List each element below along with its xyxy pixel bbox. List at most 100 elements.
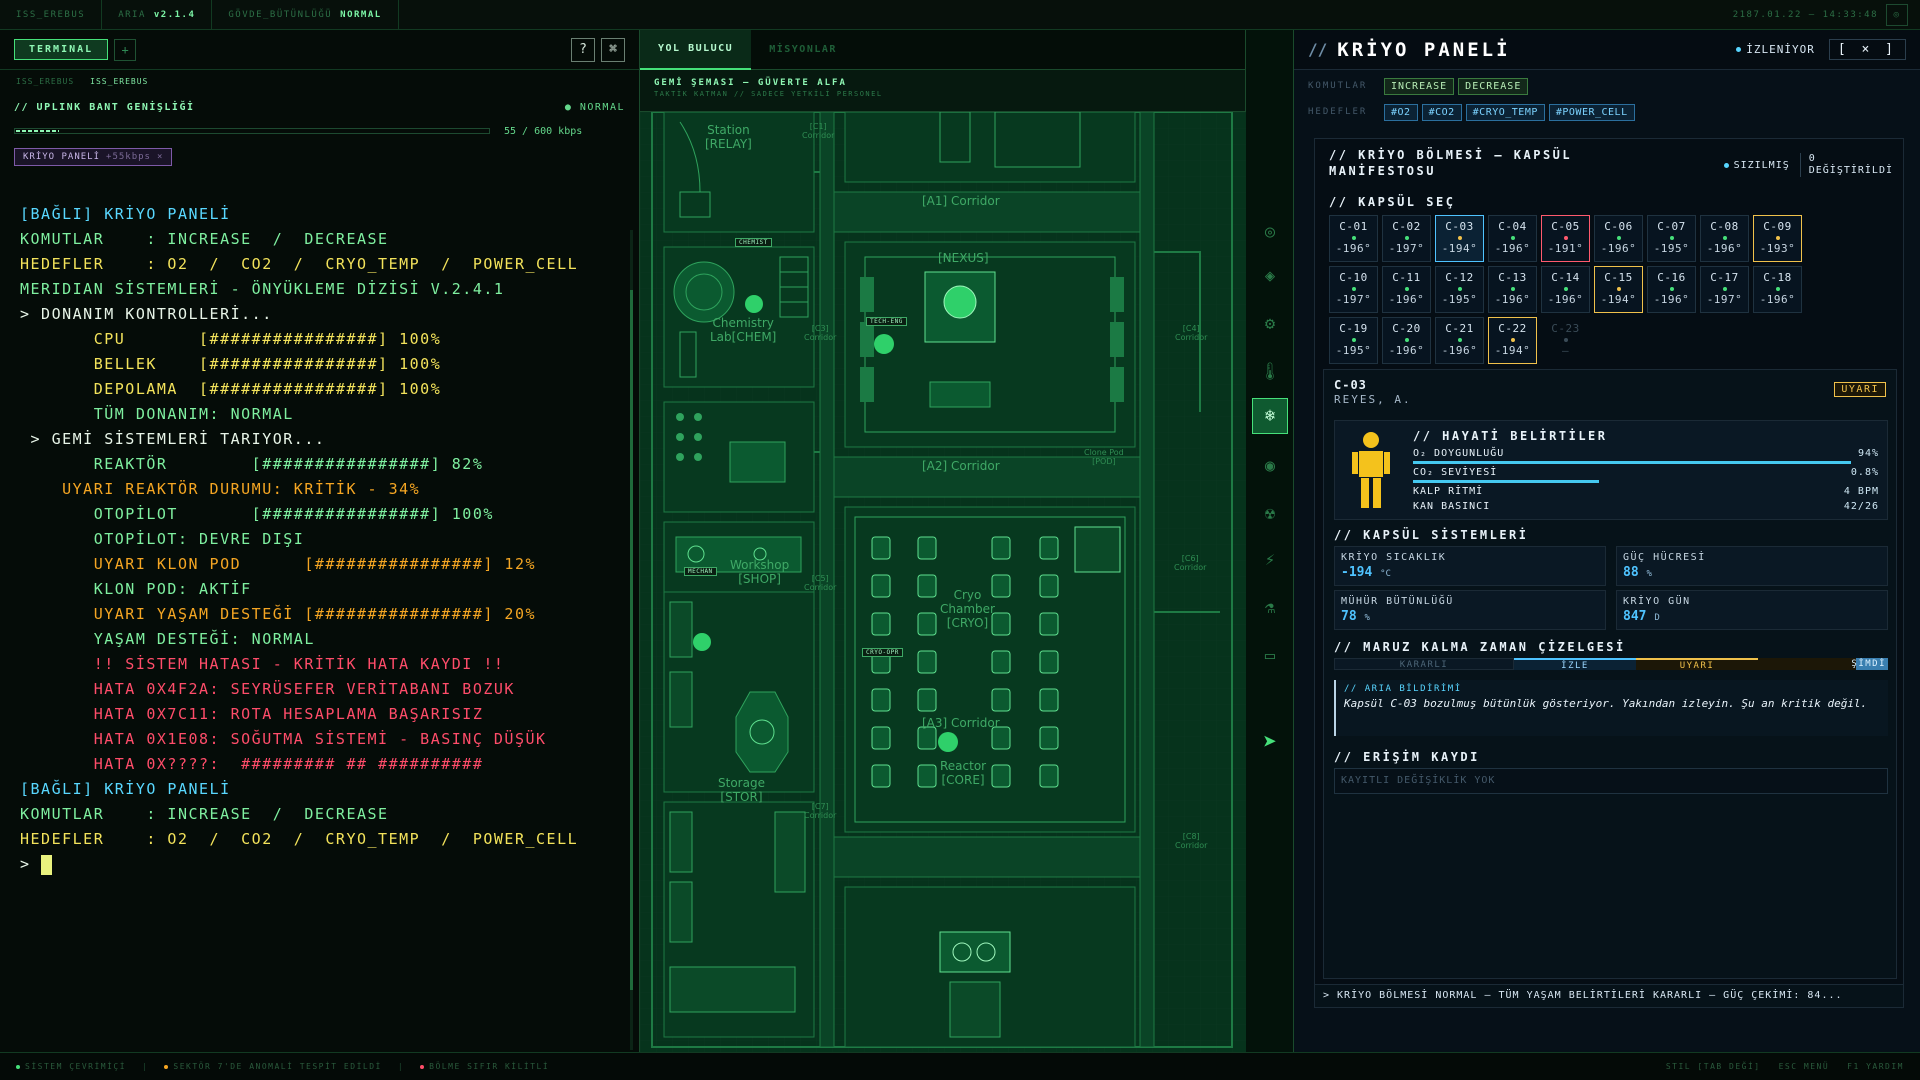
cryo-pod-marker[interactable] xyxy=(991,688,1011,712)
cryo-pod-marker[interactable] xyxy=(1039,688,1059,712)
pod-c-05[interactable]: C-05 -191° xyxy=(1541,215,1590,262)
pod-c-07[interactable]: C-07 -195° xyxy=(1647,215,1696,262)
tab-pathfinder[interactable]: YOL BULUCU xyxy=(640,29,752,70)
cryo-pod-marker[interactable] xyxy=(871,536,891,560)
cryo-pod-marker[interactable] xyxy=(871,764,891,788)
pod-c-17[interactable]: C-17 -197° xyxy=(1700,266,1749,313)
cryo-pod-marker[interactable] xyxy=(917,764,937,788)
thermometer-icon[interactable]: 🌡 xyxy=(1252,354,1288,390)
pod-c-18[interactable]: C-18 -196° xyxy=(1753,266,1802,313)
target-cryo-temp[interactable]: #CRYO_TEMP xyxy=(1465,103,1545,121)
pod-id: C-07 xyxy=(1657,220,1686,233)
cryo-pod-marker[interactable] xyxy=(1039,726,1059,750)
cryo-pod-marker[interactable] xyxy=(991,726,1011,750)
pod-c-21[interactable]: C-21 -196° xyxy=(1435,317,1484,364)
terminal-prompt[interactable]: > xyxy=(20,852,628,877)
cryo-pod-marker[interactable] xyxy=(917,536,937,560)
cryo-pod-marker[interactable] xyxy=(991,650,1011,674)
target-o2[interactable]: #O2 xyxy=(1384,103,1418,121)
cryo-pod-marker[interactable] xyxy=(917,688,937,712)
add-tab-button[interactable]: + xyxy=(114,38,137,61)
close-button[interactable]: [ × ] xyxy=(1828,39,1906,60)
vital-co2: CO₂ SEVİYESİ 0.8% xyxy=(1413,467,1879,483)
pod-c-15[interactable]: C-15 -194° xyxy=(1594,266,1643,313)
pod-c-11[interactable]: C-11 -196° xyxy=(1382,266,1431,313)
pod-c-10[interactable]: C-10 -197° xyxy=(1329,266,1378,313)
cryo-pod-marker[interactable] xyxy=(871,650,891,674)
cryo-pod-marker[interactable] xyxy=(1039,574,1059,598)
pod-c-19[interactable]: C-19 -195° xyxy=(1329,317,1378,364)
flask-icon[interactable]: ⚗ xyxy=(1252,590,1288,626)
pod-c-22[interactable]: C-22 -194° xyxy=(1488,317,1537,364)
cryo-pod-marker[interactable] xyxy=(1039,764,1059,788)
terminal-scrollbar[interactable] xyxy=(630,230,633,1050)
help-icon[interactable]: ? xyxy=(571,37,595,62)
pod-c-12[interactable]: C-12 -195° xyxy=(1435,266,1484,313)
terminal-output[interactable]: [BAĞLI] KRİYO PANELİ KOMUTLAR : INCREASE … xyxy=(0,202,628,1042)
cryo-pod-marker[interactable] xyxy=(871,574,891,598)
diamond-icon[interactable]: ◈ xyxy=(1252,258,1288,294)
lightning-icon[interactable]: ⚡ xyxy=(1252,542,1288,578)
command-icon[interactable]: ⌘ xyxy=(601,37,625,62)
increase-button[interactable]: INCREASE xyxy=(1384,77,1455,95)
cryo-pod-marker[interactable] xyxy=(1039,650,1059,674)
cryo-pod-marker[interactable] xyxy=(991,764,1011,788)
tab-missions[interactable]: MİSYONLAR xyxy=(751,30,855,70)
pod-temp: -197° xyxy=(1388,242,1425,255)
aria-version: ARIA v2.1.4 xyxy=(102,0,213,30)
cryo-pod-marker[interactable] xyxy=(1039,612,1059,636)
pod-c-06[interactable]: C-06 -196° xyxy=(1594,215,1643,262)
cryo-pod-marker[interactable] xyxy=(917,650,937,674)
pod-status-dot xyxy=(1510,236,1515,240)
pod-c-01[interactable]: C-01 -196° xyxy=(1329,215,1378,262)
cryo-pod-marker[interactable] xyxy=(1039,536,1059,560)
cryo-pod-marker[interactable] xyxy=(871,688,891,712)
cryo-pod-marker[interactable] xyxy=(917,574,937,598)
pod-c-03[interactable]: C-03 -194° xyxy=(1435,215,1484,262)
pod-c-20[interactable]: C-20 -196° xyxy=(1382,317,1431,364)
hint-style[interactable]: STIL [TAB DEĞİ] xyxy=(1666,1062,1761,1071)
radar-icon[interactable]: ◉ xyxy=(1252,448,1288,484)
decrease-button[interactable]: DECREASE xyxy=(1458,77,1529,95)
cryo-pod-marker[interactable] xyxy=(991,612,1011,636)
attached-panel-chip[interactable]: KRİYO PANELİ +55kbps × xyxy=(14,148,173,166)
folder-icon[interactable]: ▭ xyxy=(1252,638,1288,674)
close-icon[interactable]: × xyxy=(157,152,163,162)
pod-id: C-11 xyxy=(1392,271,1421,284)
pod-c-09[interactable]: C-09 -193° xyxy=(1753,215,1802,262)
cryo-pod-marker[interactable] xyxy=(991,536,1011,560)
pod-c-08[interactable]: C-08 -196° xyxy=(1700,215,1749,262)
pod-status-dot xyxy=(1775,236,1780,240)
terminal-line: YAŞAM DESTEĞİ: NORMAL xyxy=(20,630,315,648)
hint-menu[interactable]: ESC MENÜ xyxy=(1779,1062,1830,1071)
pod-c-13[interactable]: C-13 -196° xyxy=(1488,266,1537,313)
tab-terminal[interactable]: TERMINAL xyxy=(14,39,109,60)
gear-icon[interactable]: ⚙ xyxy=(1252,306,1288,342)
settings-icon[interactable]: ◎ xyxy=(1886,3,1908,26)
cryo-pod-marker[interactable] xyxy=(871,612,891,636)
pod-id: C-04 xyxy=(1498,220,1527,233)
pod-status-dot xyxy=(1510,338,1515,342)
radiation-icon[interactable]: ☢ xyxy=(1252,496,1288,532)
session-tab[interactable]: ISS_EREBUS xyxy=(16,77,74,86)
target-co2[interactable]: #CO2 xyxy=(1421,103,1462,121)
pod-c-04[interactable]: C-04 -196° xyxy=(1488,215,1537,262)
ship-schematic[interactable] xyxy=(640,112,1246,1052)
pod-status-dot xyxy=(1457,287,1462,291)
cryo-pod-marker[interactable] xyxy=(917,726,937,750)
cryo-pod-marker[interactable] xyxy=(871,726,891,750)
cryo-pod-marker[interactable] xyxy=(917,612,937,636)
scrollbar-thumb[interactable] xyxy=(630,290,633,990)
cryo-pod-marker[interactable] xyxy=(991,574,1011,598)
pod-status-dot xyxy=(1457,338,1462,342)
target-power-cell[interactable]: #POWER_CELL xyxy=(1548,103,1635,121)
pod-c-16[interactable]: C-16 -196° xyxy=(1647,266,1696,313)
snowflake-icon[interactable]: ❄ xyxy=(1252,398,1288,434)
hint-help[interactable]: F1 YARDIM xyxy=(1847,1062,1904,1071)
pod-c-14[interactable]: C-14 -196° xyxy=(1541,266,1590,313)
target-icon[interactable]: ◎ xyxy=(1252,214,1288,250)
pod-c-02[interactable]: C-02 -197° xyxy=(1382,215,1431,262)
session-tab-active[interactable]: ISS_EREBUS xyxy=(90,77,148,86)
person-icon xyxy=(1352,432,1390,508)
status-dot xyxy=(164,1064,169,1069)
